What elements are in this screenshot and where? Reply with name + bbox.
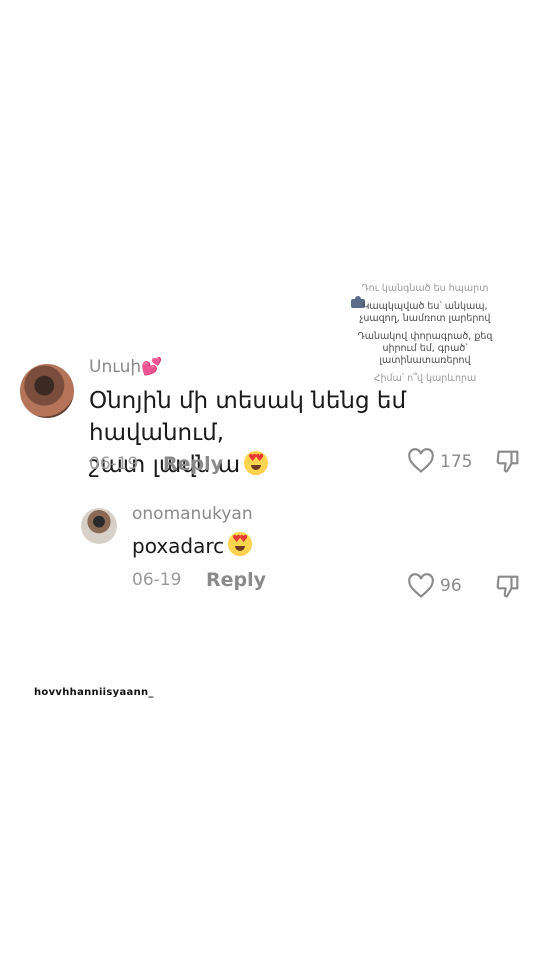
comment-username[interactable]: Սուսի💕 xyxy=(89,357,162,377)
lyric-line: Դանակով փորագրած, քեզ xyxy=(357,331,493,342)
heart-eyes-emoji xyxy=(244,451,269,475)
comment-text: poxadarc xyxy=(132,530,253,562)
comment-date: 06-19 xyxy=(132,570,182,590)
lyric-line: չսազող, նամռոտ լարերով xyxy=(359,313,491,324)
lyric-line: Կապկպված ես՝ անկապ, xyxy=(362,301,488,312)
like-count: 175 xyxy=(440,452,473,472)
heart-eyes-emoji xyxy=(228,532,253,556)
avatar[interactable] xyxy=(81,508,117,544)
heart-outline-icon[interactable] xyxy=(407,573,435,599)
like-count: 96 xyxy=(440,576,462,596)
thumbs-down-icon[interactable] xyxy=(494,447,522,475)
comment-date: 06-19 xyxy=(89,454,139,474)
comment-text-line: poxadarc xyxy=(132,534,225,558)
avatar[interactable] xyxy=(20,364,74,418)
lyric-line: Դու կանգնած ես հպարտ xyxy=(361,283,489,294)
lyric-line: լատինատառերով xyxy=(379,355,471,366)
lyric-line: Հիմա՝ ո՞վ կարևորա xyxy=(373,373,477,384)
reply-button[interactable]: Reply xyxy=(163,453,223,475)
lyrics-overlay: Դու կանգնած ես հպարտ Կապկպված ես՝ անկապ,… xyxy=(340,283,510,385)
comment-username[interactable]: onomanukyan xyxy=(132,504,253,524)
watermark-username: hovvhhanniisyaann_ xyxy=(34,687,154,698)
comment-text-line: Օնոյին մի տեսակ նենց եմ հավանում, xyxy=(89,388,407,446)
lyric-line: սիրում եմ, գրած՝ xyxy=(382,343,468,354)
heart-outline-icon[interactable] xyxy=(407,448,435,474)
reply-button[interactable]: Reply xyxy=(206,569,266,591)
thumbs-down-icon[interactable] xyxy=(494,572,522,600)
